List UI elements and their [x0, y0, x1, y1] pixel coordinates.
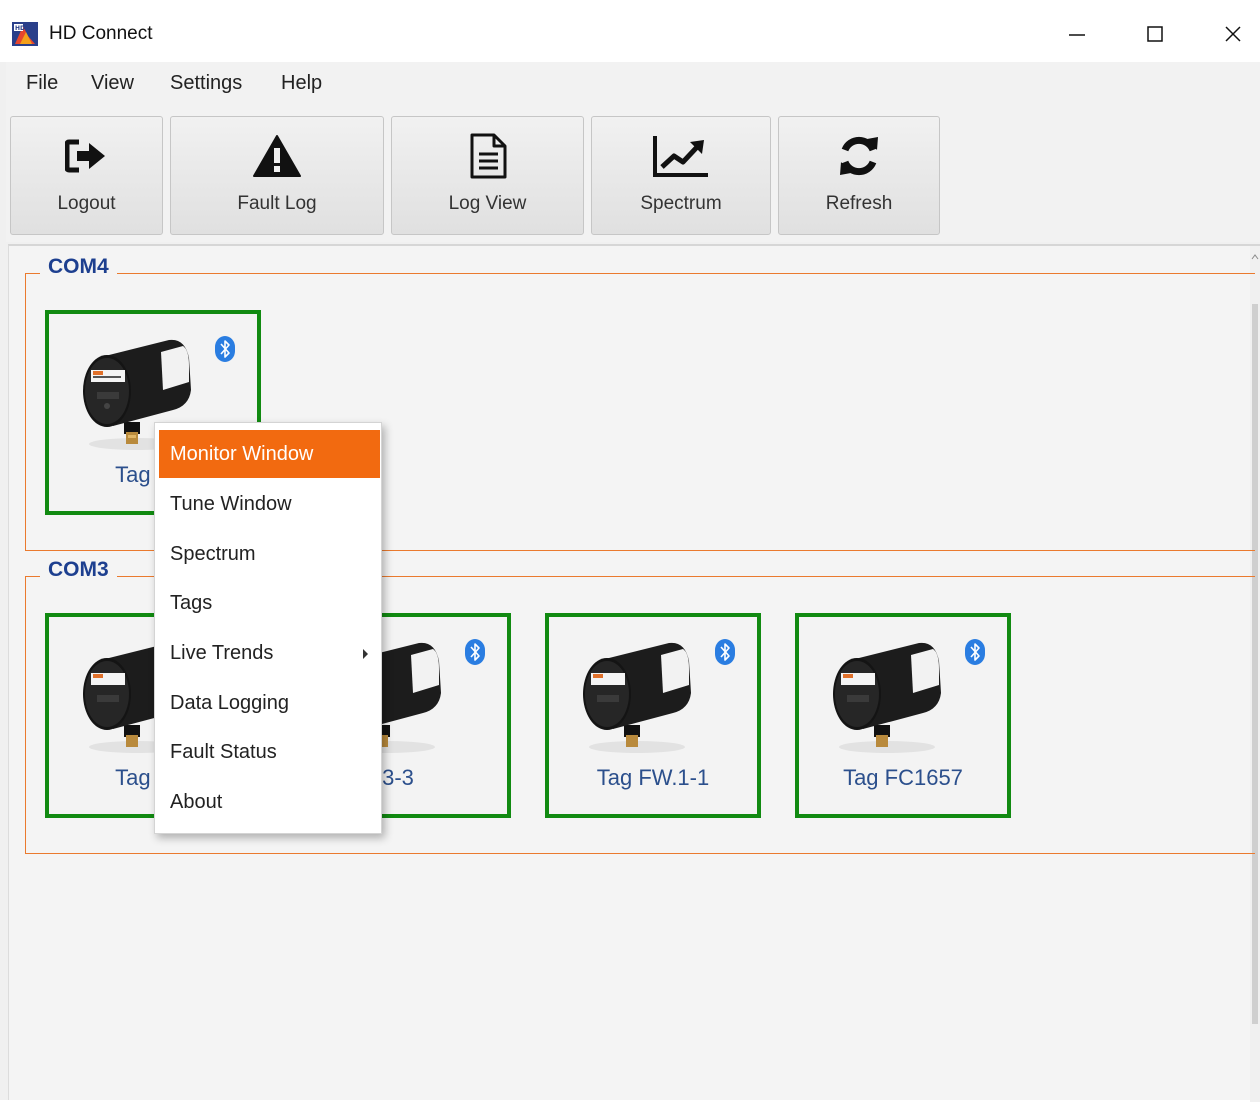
bluetooth-icon [215, 336, 235, 362]
port-title: COM3 [40, 558, 117, 582]
toolbar: Logout Fault Log Log View Spectrum Refre… [6, 108, 1260, 242]
warning-icon [253, 135, 301, 177]
menu-file[interactable]: File [26, 72, 58, 95]
refresh-label: Refresh [825, 193, 893, 214]
fault-log-button[interactable]: Fault Log [170, 116, 384, 235]
menu-help[interactable]: Help [281, 72, 322, 95]
device-tile[interactable]: Tag FW.1-1 [545, 613, 761, 818]
log-view-button[interactable]: Log View [391, 116, 584, 235]
port-title: COM4 [40, 255, 117, 279]
menu-item-about[interactable]: About [159, 778, 380, 826]
menu-item-live-trends[interactable]: Live Trends [159, 629, 380, 677]
bluetooth-icon [965, 639, 985, 665]
logout-icon [64, 139, 105, 173]
menu-item-tags[interactable]: Tags [159, 579, 380, 627]
app-window: HD HD Connect File View Settings Help Lo… [0, 0, 1260, 1102]
window-title: HD Connect [49, 23, 153, 44]
refresh-icon [840, 136, 878, 176]
log-view-label: Log View [448, 193, 527, 214]
chart-icon [653, 136, 708, 177]
minimize-icon [1069, 34, 1085, 36]
menu-view[interactable]: View [91, 72, 134, 95]
menu-item-monitor-window[interactable]: Monitor Window [159, 430, 380, 478]
logout-label: Logout [57, 193, 116, 214]
device-tile[interactable]: Tag FC1657 [795, 613, 1011, 818]
device-label: Tag FW.1-1 [596, 765, 710, 790]
menu-settings[interactable]: Settings [170, 72, 242, 95]
close-icon [1225, 26, 1241, 42]
logout-button[interactable]: Logout [10, 116, 163, 235]
spectrum-label: Spectrum [640, 193, 722, 214]
minimize-button[interactable] [1054, 14, 1100, 54]
device-label: Tag FC1657 [843, 765, 963, 790]
menu-item-label: Live Trends [170, 642, 274, 664]
menu-item-fault-status[interactable]: Fault Status [159, 728, 380, 776]
fault-log-label: Fault Log [237, 193, 317, 214]
spectrum-button[interactable]: Spectrum [591, 116, 771, 235]
maximize-icon [1147, 26, 1163, 42]
bluetooth-icon [465, 639, 485, 665]
bluetooth-icon [715, 639, 735, 665]
close-button[interactable] [1210, 14, 1256, 54]
menu-bar: File View Settings Help [6, 62, 1260, 108]
title-bar: HD HD Connect [0, 0, 1260, 62]
maximize-button[interactable] [1132, 14, 1178, 54]
svg-text:HD: HD [15, 25, 25, 32]
flame-detector-image [583, 642, 691, 753]
app-logo-icon: HD [12, 22, 38, 46]
refresh-button[interactable]: Refresh [778, 116, 940, 235]
context-menu: Monitor Window Tune Window Spectrum Tags… [154, 422, 382, 834]
document-icon [470, 133, 506, 179]
menu-item-data-logging[interactable]: Data Logging [159, 679, 380, 727]
menu-item-tune-window[interactable]: Tune Window [159, 480, 380, 528]
menu-item-spectrum[interactable]: Spectrum [159, 530, 380, 578]
flame-detector-image [833, 642, 941, 753]
submenu-arrow-icon [363, 649, 368, 659]
